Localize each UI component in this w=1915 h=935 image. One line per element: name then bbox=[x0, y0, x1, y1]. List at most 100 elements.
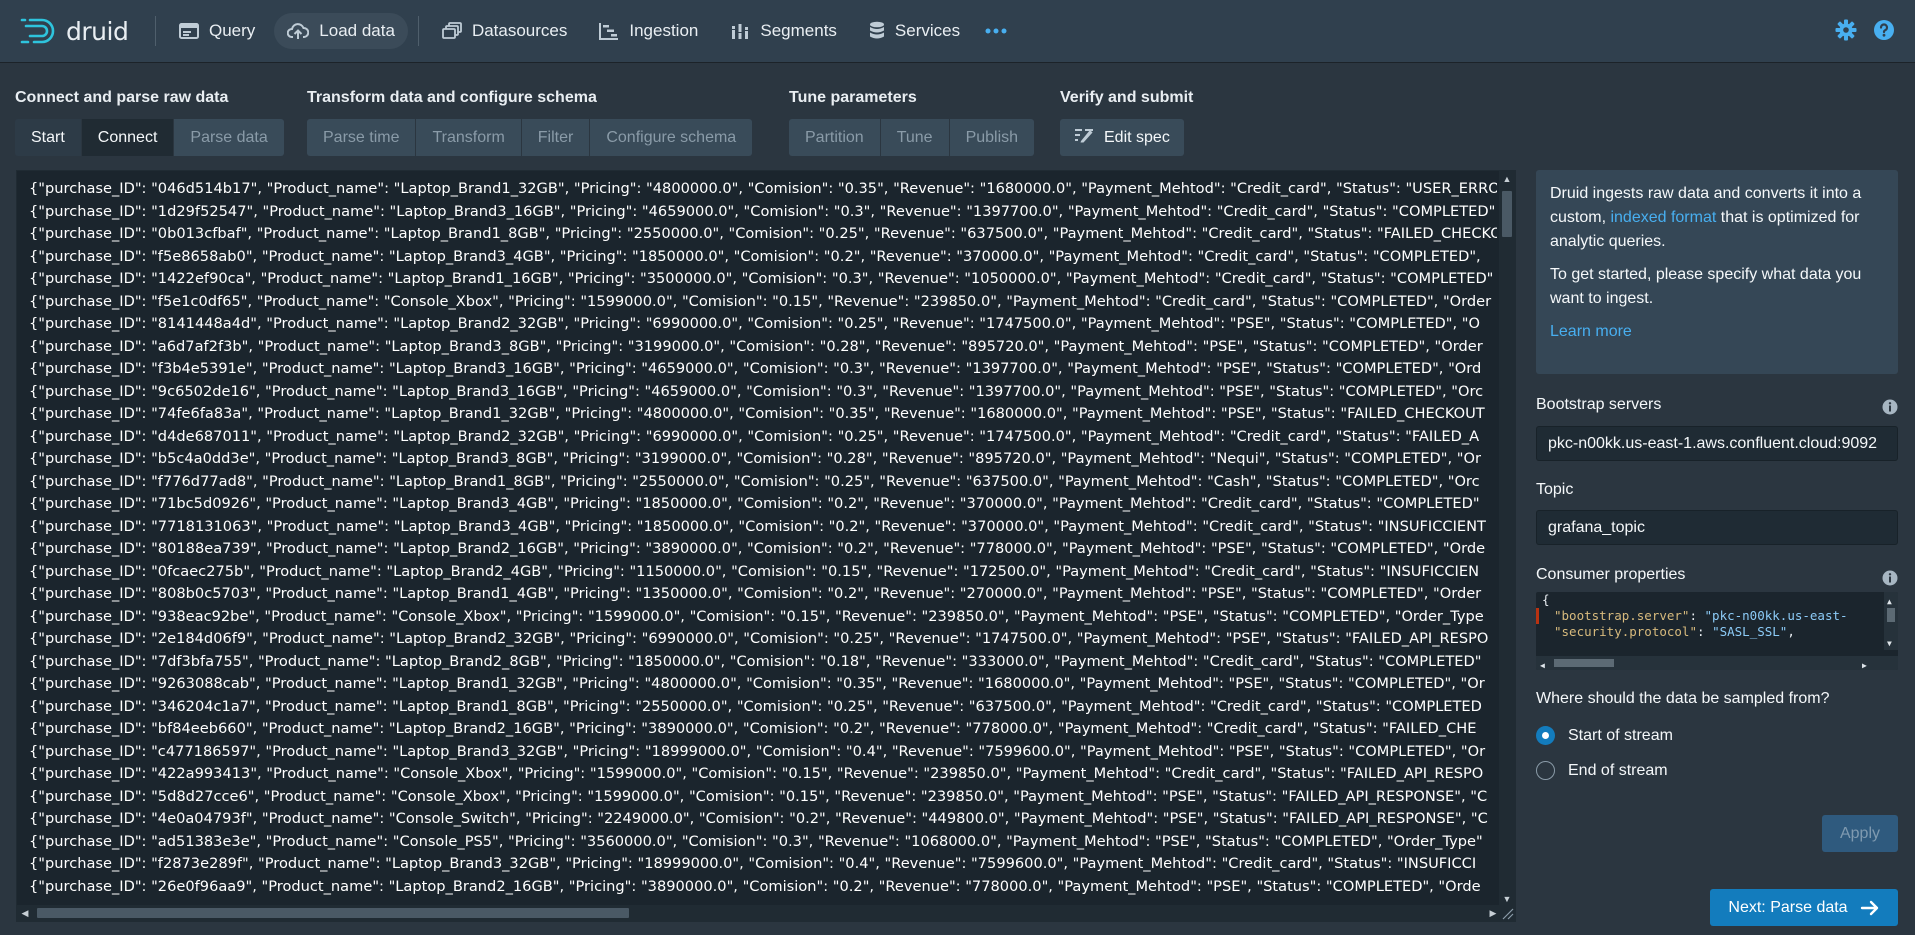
code-line: { bbox=[1536, 592, 1898, 608]
raw-data-line: {"purchase_ID": "f776d77ad8", "Product_n… bbox=[29, 472, 1480, 490]
info-icon[interactable] bbox=[1882, 570, 1898, 591]
next-parse-data-button[interactable]: Next: Parse data bbox=[1710, 889, 1898, 926]
raw-data-lines: {"purchase_ID": "046d514b17", "Product_n… bbox=[29, 178, 1497, 908]
radio-end-of-stream[interactable]: End of stream bbox=[1536, 761, 1668, 780]
nav-divider bbox=[417, 16, 419, 46]
raw-data-line: {"purchase_ID": "f3b4e5391e", "Product_n… bbox=[29, 360, 1482, 377]
step-transform[interactable]: Transform bbox=[416, 119, 522, 156]
bootstrap-servers-label: Bootstrap servers bbox=[1536, 396, 1662, 413]
raw-data-line: {"purchase_ID": "71bc5d0926", "Product_n… bbox=[29, 495, 1480, 512]
nav-segments-label: Segments bbox=[760, 21, 837, 40]
more-icon[interactable] bbox=[981, 16, 1011, 46]
nav-datasources[interactable]: Datasources bbox=[429, 13, 580, 49]
step-partition[interactable]: Partition bbox=[789, 119, 881, 156]
indexed-format-link[interactable]: indexed format bbox=[1610, 209, 1716, 226]
scroll-right-arrow-icon[interactable]: ▶ bbox=[1862, 658, 1867, 670]
bootstrap-servers-input[interactable]: pkc-n00kk.us-east-1.aws.confluent.cloud:… bbox=[1536, 426, 1898, 461]
edit-spec-label: Edit spec bbox=[1104, 128, 1170, 146]
scroll-left-arrow-icon[interactable]: ◀ bbox=[17, 905, 33, 921]
raw-data-line: {"purchase_ID": "938eac92be", "Product_n… bbox=[29, 607, 1484, 625]
radio-label: Start of stream bbox=[1568, 726, 1673, 744]
database-icon bbox=[869, 21, 885, 41]
scrollbar-thumb[interactable] bbox=[1887, 608, 1895, 622]
step-group-title: Transform data and configure schema bbox=[307, 89, 597, 106]
raw-data-viewer[interactable]: {"purchase_ID": "046d514b17", "Product_n… bbox=[16, 170, 1516, 922]
step-group-title: Verify and submit bbox=[1060, 89, 1194, 106]
resize-handle-icon[interactable] bbox=[1499, 905, 1515, 921]
nav-query-label: Query bbox=[209, 21, 256, 40]
editor-vertical-scrollbar[interactable]: ▲ ▼ bbox=[1884, 592, 1898, 650]
edit-spec-icon bbox=[1074, 127, 1094, 148]
step-configure-schema[interactable]: Configure schema bbox=[590, 119, 753, 156]
druid-logo[interactable]: druid bbox=[20, 16, 140, 46]
help-icon[interactable] bbox=[1873, 19, 1895, 46]
nav-datasources-label: Datasources bbox=[471, 21, 568, 40]
scroll-up-arrow-icon[interactable]: ▲ bbox=[1887, 594, 1892, 610]
scroll-up-arrow-icon[interactable]: ▲ bbox=[1499, 171, 1515, 187]
intro-callout: Druid ingests raw data and converts it i… bbox=[1536, 170, 1898, 374]
code-punct: , bbox=[1787, 624, 1795, 639]
scroll-left-arrow-icon[interactable]: ◀ bbox=[1540, 658, 1545, 670]
step-publish[interactable]: Publish bbox=[949, 119, 1035, 156]
learn-more-link[interactable]: Learn more bbox=[1550, 323, 1632, 340]
nav-services[interactable]: Services bbox=[856, 13, 973, 49]
radio-start-of-stream[interactable]: Start of stream bbox=[1536, 726, 1673, 745]
step-group-title: Tune parameters bbox=[789, 89, 917, 106]
scrollbar-thumb[interactable] bbox=[1554, 659, 1614, 667]
radio-unchecked-icon[interactable] bbox=[1536, 761, 1555, 780]
raw-data-line: {"purchase_ID": "f2873e289f", "Product_n… bbox=[29, 855, 1477, 872]
druid-logo-icon bbox=[20, 18, 55, 44]
info-icon[interactable] bbox=[1882, 399, 1898, 420]
raw-data-line: {"purchase_ID": "2e184d06f9", "Product_n… bbox=[29, 630, 1489, 647]
horizontal-scrollbar[interactable]: ◀ ▶ bbox=[17, 905, 1501, 921]
cloud-upload-icon bbox=[287, 22, 310, 40]
step-tune[interactable]: Tune bbox=[880, 119, 950, 156]
raw-data-line: {"purchase_ID": "bf84eeb660", "Product_n… bbox=[29, 720, 1477, 737]
nav-load-data[interactable]: Load data bbox=[274, 13, 408, 49]
raw-data-line: {"purchase_ID": "b5c4a0dd3e", "Product_n… bbox=[29, 450, 1481, 467]
raw-data-line: {"purchase_ID": "ad51383e3e", "Product_n… bbox=[29, 832, 1483, 850]
raw-data-line: {"purchase_ID": "422a993413", "Product_n… bbox=[29, 765, 1484, 782]
editor-horizontal-scrollbar[interactable]: ◀ ▶ bbox=[1536, 656, 1898, 670]
apply-button[interactable]: Apply bbox=[1822, 815, 1898, 852]
scroll-down-arrow-icon[interactable]: ▼ bbox=[1887, 636, 1892, 652]
intro-text: Druid ingests raw data and converts it i… bbox=[1550, 182, 1884, 254]
topic-label: Topic bbox=[1536, 481, 1574, 498]
gear-icon[interactable] bbox=[1835, 19, 1857, 46]
nav-query[interactable]: Query bbox=[166, 13, 268, 49]
consumer-properties-editor[interactable]: { "bootstrap.server": "pkc-n00kk.us-east… bbox=[1536, 592, 1898, 670]
application-icon bbox=[179, 22, 199, 40]
raw-data-line: {"purchase_ID": "4e0a04793f", "Product_n… bbox=[29, 810, 1488, 827]
edit-spec-button[interactable]: Edit spec bbox=[1060, 119, 1184, 156]
step-start[interactable]: Start bbox=[15, 119, 82, 156]
code-value: "SASL_SSL" bbox=[1712, 624, 1788, 639]
step-parse-data[interactable]: Parse data bbox=[174, 119, 284, 156]
code-line: "bootstrap.server": "pkc-n00kk.us-east- bbox=[1536, 608, 1898, 624]
nav-ingestion[interactable]: Ingestion bbox=[586, 13, 711, 49]
scrollbar-thumb[interactable] bbox=[37, 908, 629, 918]
raw-data-line: {"purchase_ID": "74fe6fa83a", "Product_n… bbox=[29, 405, 1485, 422]
arrow-right-icon bbox=[1860, 900, 1880, 916]
radio-label: End of stream bbox=[1568, 761, 1668, 779]
step-connect[interactable]: Connect bbox=[81, 119, 175, 156]
raw-data-line: {"purchase_ID": "1d29f52547", "Product_n… bbox=[29, 202, 1496, 220]
vertical-scrollbar[interactable]: ▲ ▼ bbox=[1499, 171, 1515, 907]
raw-data-line: {"purchase_ID": "0fcaec275b", "Product_n… bbox=[29, 562, 1480, 580]
radio-checked-icon[interactable] bbox=[1536, 726, 1555, 745]
nav-services-label: Services bbox=[894, 21, 961, 40]
step-group-title: Connect and parse raw data bbox=[15, 89, 229, 106]
step-filter[interactable]: Filter bbox=[521, 119, 591, 156]
raw-data-line: {"purchase_ID": "80188ea739", "Product_n… bbox=[29, 540, 1486, 557]
code-key: "security.protocol" bbox=[1554, 624, 1697, 639]
raw-data-line: {"purchase_ID": "346204c1a7", "Product_n… bbox=[29, 697, 1482, 715]
raw-data-line: {"purchase_ID": "0b013cfbaf", "Product_n… bbox=[29, 225, 1497, 242]
topic-input[interactable]: grafana_topic bbox=[1536, 510, 1898, 545]
raw-data-line: {"purchase_ID": "c477186597", "Product_n… bbox=[29, 742, 1486, 760]
step-buttons: Partition Tune Publish bbox=[789, 119, 1035, 156]
step-parse-time[interactable]: Parse time bbox=[307, 119, 417, 156]
code-brace: { bbox=[1542, 592, 1550, 607]
stacked-chart-icon bbox=[730, 22, 750, 40]
nav-divider bbox=[155, 16, 156, 46]
scrollbar-thumb[interactable] bbox=[1502, 191, 1512, 237]
nav-segments[interactable]: Segments bbox=[717, 13, 850, 49]
